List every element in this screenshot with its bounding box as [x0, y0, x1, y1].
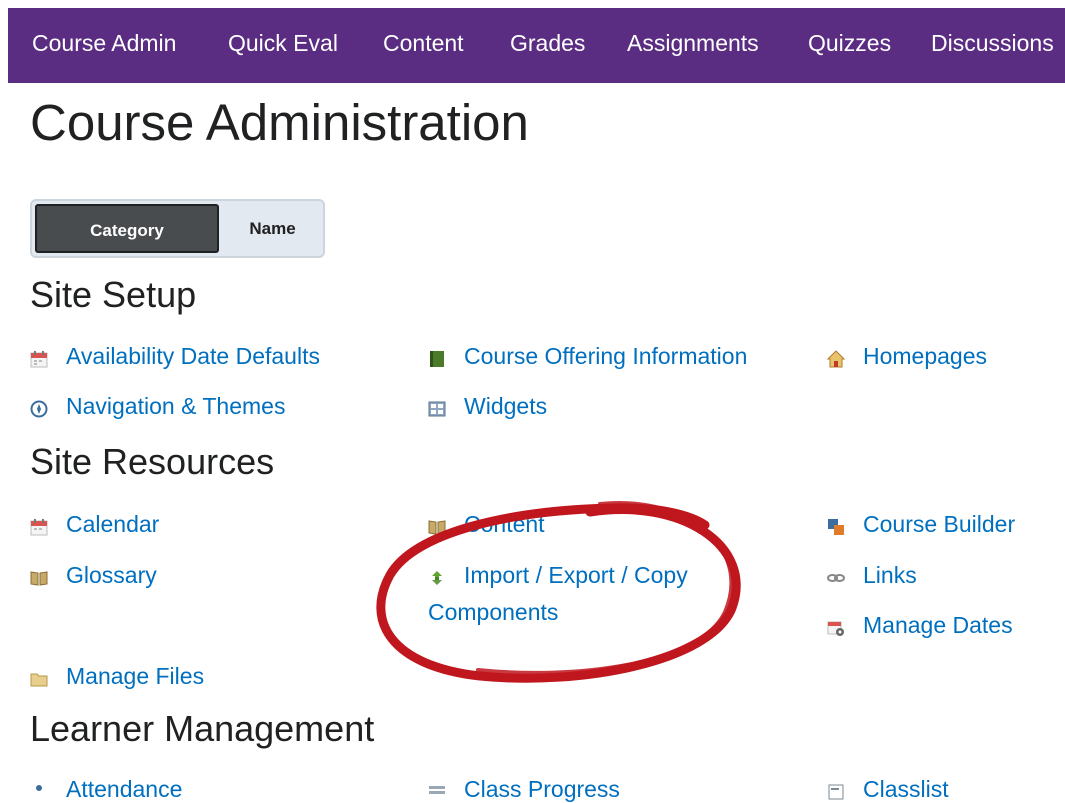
compass-icon	[30, 400, 48, 418]
link-label: Manage Files	[66, 663, 205, 689]
link-label: Classlist	[863, 776, 949, 802]
view-toggle: Category Name	[30, 199, 325, 258]
nav-assignments[interactable]: Assignments	[627, 30, 759, 57]
link-label: Attendance	[66, 776, 183, 802]
folder-icon	[30, 673, 48, 687]
top-nav-bar: Course Admin Quick Eval Content Grades A…	[8, 8, 1065, 83]
nav-content[interactable]: Content	[383, 30, 464, 57]
link-import-export-copy-components[interactable]: Import / Export / Copy Components	[428, 562, 748, 632]
nav-quick-eval[interactable]: Quick Eval	[228, 30, 338, 57]
section-heading-site-setup: Site Setup	[30, 274, 197, 315]
link-label-continued: Components	[428, 599, 559, 625]
calendar-icon	[30, 351, 48, 368]
nav-course-admin[interactable]: Course Admin	[32, 30, 176, 57]
course-builder-icon	[828, 519, 844, 535]
open-book-icon	[30, 571, 48, 586]
calendar-gear-icon	[827, 621, 844, 636]
book-icon	[430, 351, 444, 367]
calendar-icon	[30, 519, 48, 536]
section-heading-learner-management: Learner Management	[30, 708, 375, 749]
nav-discussions[interactable]: Discussions	[931, 30, 1054, 57]
link-label: Availability Date Defaults	[66, 343, 320, 369]
home-icon	[827, 350, 845, 368]
link-label: Links	[863, 562, 917, 588]
link-label: Glossary	[66, 562, 157, 588]
link-label: Navigation & Themes	[66, 393, 286, 419]
link-label: Course Builder	[863, 511, 1016, 537]
chain-link-icon	[827, 574, 845, 582]
category-toggle-button[interactable]: Category	[35, 204, 219, 253]
open-book-icon	[428, 520, 446, 535]
progress-icon	[429, 786, 445, 794]
link-label: Homepages	[863, 343, 988, 369]
link-label: Widgets	[464, 393, 548, 419]
nav-grades[interactable]: Grades	[510, 30, 585, 57]
page-title: Course Administration	[30, 94, 529, 151]
link-label: Manage Dates	[863, 612, 1013, 638]
link-label: Course Offering Information	[464, 343, 748, 369]
link-label: Import / Export / Copy	[464, 562, 688, 588]
widgets-icon	[428, 401, 446, 417]
link-label: Class Progress	[464, 776, 620, 802]
name-toggle-button[interactable]: Name	[222, 201, 323, 256]
link-label: Calendar	[66, 511, 160, 537]
attendance-icon	[36, 785, 42, 791]
classlist-icon	[828, 784, 844, 800]
import-export-icon	[432, 571, 442, 585]
nav-quizzes[interactable]: Quizzes	[808, 30, 891, 57]
section-heading-site-resources: Site Resources	[30, 441, 275, 482]
link-label: Content	[464, 511, 545, 537]
